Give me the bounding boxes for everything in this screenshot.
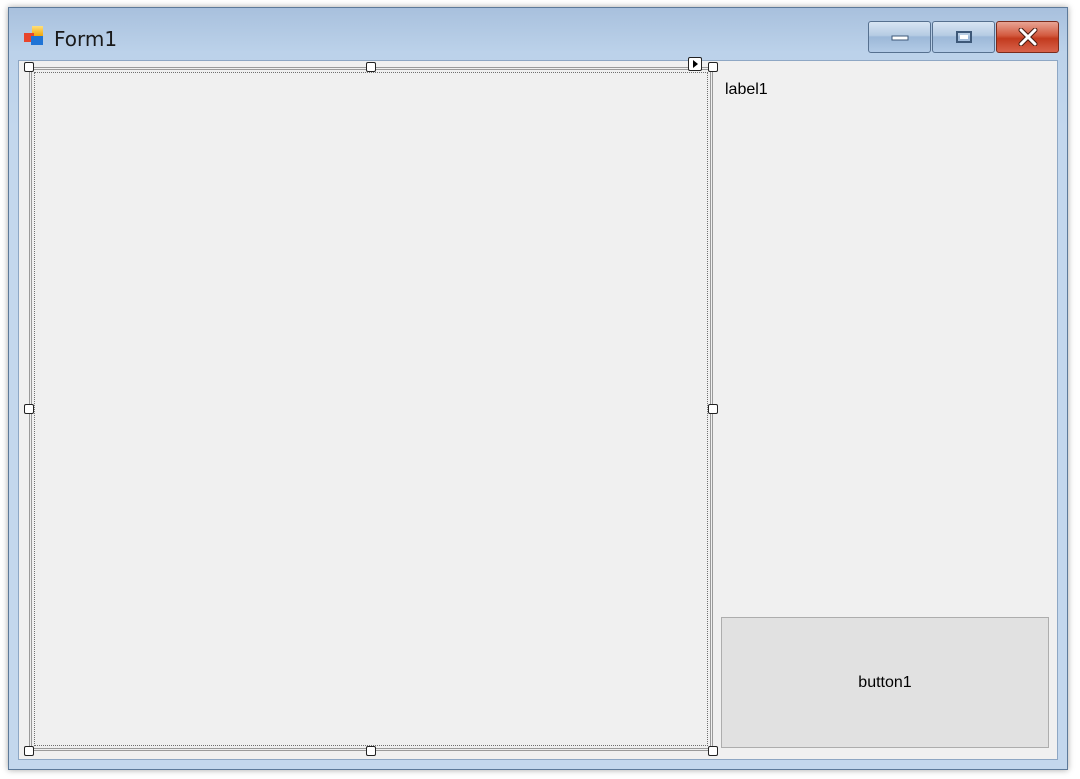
minimize-icon	[891, 35, 908, 41]
label1[interactable]: label1	[725, 81, 768, 99]
maximize-icon	[955, 31, 972, 43]
resize-handle-right[interactable]	[708, 404, 718, 414]
resize-handle-top[interactable]	[366, 62, 376, 72]
close-icon	[1018, 28, 1037, 46]
button1[interactable]: button1	[721, 617, 1049, 748]
maximize-button[interactable]	[932, 21, 995, 53]
resize-handle-bottom-left[interactable]	[24, 746, 34, 756]
selected-panel[interactable]	[29, 67, 713, 751]
resize-handle-left[interactable]	[24, 404, 34, 414]
minimize-button[interactable]	[868, 21, 931, 53]
resize-handle-bottom-right[interactable]	[708, 746, 718, 756]
form-window: Form1 label1 button1	[8, 7, 1068, 770]
title-bar[interactable]: Form1	[9, 8, 1067, 60]
smart-tag-button[interactable]	[688, 57, 702, 71]
close-button[interactable]	[996, 21, 1059, 53]
smart-tag-arrow-icon	[693, 60, 698, 68]
resize-handle-top-left[interactable]	[24, 62, 34, 72]
window-title: Form1	[54, 27, 118, 51]
resize-handle-top-right[interactable]	[708, 62, 718, 72]
resize-handle-bottom[interactable]	[366, 746, 376, 756]
form-client-area: label1 button1	[18, 57, 1058, 760]
winforms-app-icon	[24, 26, 43, 45]
selection-border	[34, 72, 708, 746]
